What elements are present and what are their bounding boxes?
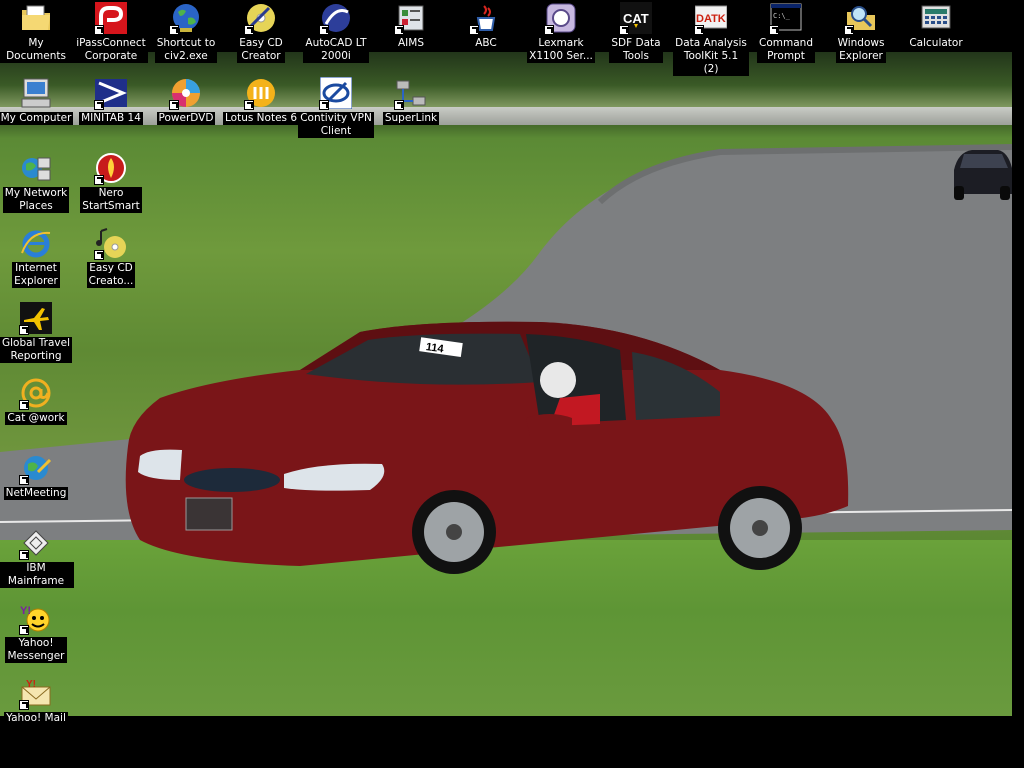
shortcut-arrow-icon [94, 175, 104, 185]
desktop-icon-label: Shortcut to civ2.exe [154, 37, 218, 63]
shortcut-arrow-icon [694, 25, 704, 35]
desktop-icon-ipassconnect-corporate[interactable]: iPassConnect Corporate [73, 2, 149, 63]
desktop-icon-my-documents[interactable]: My Documents [0, 2, 74, 63]
desktop-icon-label: Data Analysis ToolKit 5.1 (2) [673, 37, 749, 76]
desktop-icon-label: Calculator [907, 37, 965, 50]
desktop-icon-label: Easy CD Creator [237, 37, 285, 63]
svg-text:DATK: DATK [696, 13, 726, 25]
shortcut-arrow-icon [19, 625, 29, 635]
folder-documents-icon [22, 5, 50, 30]
desktop-icon-my-network-places[interactable]: My Network Places [0, 152, 74, 213]
svg-text:Y!: Y! [20, 605, 31, 617]
desktop-icon-label: ABC [473, 37, 499, 50]
desktop-icon-label: Internet Explorer [12, 262, 60, 288]
wallpaper-race-car: 114 [125, 321, 849, 574]
desktop-icon-label: Lotus Notes 6 [223, 112, 299, 125]
shortcut-arrow-icon [469, 25, 479, 35]
wallpaper-background-car [954, 150, 1012, 200]
desktop-icon-label: SDF Data Tools [609, 37, 663, 63]
desktop-icon-label: Nero StartSmart [80, 187, 142, 213]
desktop-icon-global-travel-reporting[interactable]: Global Travel Reporting [0, 302, 74, 363]
desktop-icon-label: Windows Explorer [835, 37, 887, 63]
desktop-icon-yahoo-messenger[interactable]: Y! Yahoo! Messenger [0, 602, 74, 663]
shortcut-arrow-icon [169, 100, 179, 110]
car-number-text: 114 [425, 341, 445, 355]
desktop-icon-yahoo-mail[interactable]: Y! Yahoo! Mail [0, 677, 74, 725]
svg-text:C:\_: C:\_ [773, 12, 791, 20]
shortcut-arrow-icon [169, 25, 179, 35]
shortcut-arrow-icon [94, 250, 104, 260]
svg-text:Y!: Y! [26, 679, 36, 690]
shortcut-arrow-icon [94, 25, 104, 35]
desktop-icon-my-computer[interactable]: My Computer [0, 77, 74, 125]
desktop-icon-civ2[interactable]: Shortcut to civ2.exe [148, 2, 224, 63]
desktop-icon-abc[interactable]: ABC [448, 2, 524, 50]
calculator-icon [921, 5, 951, 29]
desktop-icon-data-analysis-toolkit[interactable]: DATK Data Analysis ToolKit 5.1 (2) [673, 2, 749, 76]
shortcut-arrow-icon [244, 25, 254, 35]
desktop-icon-label: iPassConnect Corporate [74, 37, 148, 63]
shortcut-arrow-icon [94, 100, 104, 110]
desktop-icon-windows-explorer[interactable]: Windows Explorer [823, 2, 899, 63]
desktop-icon-label: AutoCAD LT 2000i [303, 37, 369, 63]
desktop-icon-label: Cat @work [5, 412, 67, 425]
shortcut-arrow-icon [544, 25, 554, 35]
desktop-icon-aims[interactable]: AIMS [373, 2, 449, 50]
desktop-icon-sdf-data-tools[interactable]: CAT SDF Data Tools [598, 2, 674, 63]
desktop-icon-lotus-notes[interactable]: Lotus Notes 6 [223, 77, 299, 125]
shortcut-arrow-icon [19, 325, 29, 335]
desktop-icon-lexmark[interactable]: Lexmark X1100 Ser... [523, 2, 599, 63]
shortcut-arrow-icon [319, 100, 329, 110]
shortcut-arrow-icon [319, 25, 329, 35]
desktop-icon-nero-startsmart[interactable]: Nero StartSmart [73, 152, 149, 213]
shortcut-arrow-icon [394, 100, 404, 110]
desktop-icon-label: Lexmark X1100 Ser... [527, 37, 595, 63]
desktop-icon-label: My Documents [0, 37, 74, 63]
desktop-icon-label: MINITAB 14 [79, 112, 143, 125]
desktop-icon-superlink[interactable]: SuperLink [373, 77, 449, 125]
network-icon [22, 157, 51, 181]
shortcut-arrow-icon [19, 400, 29, 410]
desktop-icon-netmeeting[interactable]: NetMeeting [0, 452, 74, 500]
desktop-icon-label: Contivity VPN Client [298, 112, 374, 138]
desktop-icon-label: Yahoo! Mail [4, 712, 68, 725]
desktop-icon-label: IBM Mainframe [0, 562, 74, 588]
desktop-icon-label: My Computer [0, 112, 74, 125]
desktop-icon-label: Yahoo! Messenger [5, 637, 67, 663]
desktop-icon-autocad-lt[interactable]: AutoCAD LT 2000i [298, 2, 374, 63]
computer-icon [21, 78, 51, 108]
desktop-icon-label: PowerDVD [156, 112, 216, 125]
internet-explorer-icon [21, 230, 51, 258]
shortcut-arrow-icon [769, 25, 779, 35]
desktop-icon-label: AIMS [395, 37, 426, 50]
desktop-icon-easy-cd-creator[interactable]: Easy CD Creator [223, 2, 299, 63]
desktop-icon-command-prompt[interactable]: C:\_ Command Prompt [748, 2, 824, 63]
desktop-icon-cat-at-work[interactable]: Cat @work [0, 377, 74, 425]
desktop-icon-label: Easy CD Creato... [86, 262, 136, 288]
shortcut-arrow-icon [19, 475, 29, 485]
desktop-icon-minitab[interactable]: MINITAB 14 [73, 77, 149, 125]
desktop-wallpaper: 114 [0, 52, 1012, 716]
desktop-icon-easy-cd-creator-2[interactable]: Easy CD Creato... [73, 227, 149, 288]
shortcut-arrow-icon [244, 100, 254, 110]
desktop-icon-calculator[interactable]: Calculator [898, 2, 974, 50]
shortcut-arrow-icon [619, 25, 629, 35]
desktop-icon-ibm-mainframe[interactable]: IBM Mainframe [0, 527, 74, 588]
desktop-icon-label: NetMeeting [3, 487, 69, 500]
desktop-icon-label: SuperLink [382, 112, 440, 125]
desktop-icon-label: Global Travel Reporting [0, 337, 73, 363]
desktop-icon-label: My Network Places [2, 187, 70, 213]
shortcut-arrow-icon [844, 25, 854, 35]
desktop-icon-powerdvd[interactable]: PowerDVD [148, 77, 224, 125]
shortcut-arrow-icon [19, 700, 29, 710]
desktop-icon-label: Command Prompt [757, 37, 815, 63]
shortcut-arrow-icon [394, 25, 404, 35]
svg-text:CAT: CAT [623, 11, 649, 26]
desktop-icon-internet-explorer[interactable]: Internet Explorer [0, 227, 74, 288]
shortcut-arrow-icon [19, 550, 29, 560]
desktop-icon-contivity-vpn[interactable]: Contivity VPN Client [298, 77, 374, 138]
